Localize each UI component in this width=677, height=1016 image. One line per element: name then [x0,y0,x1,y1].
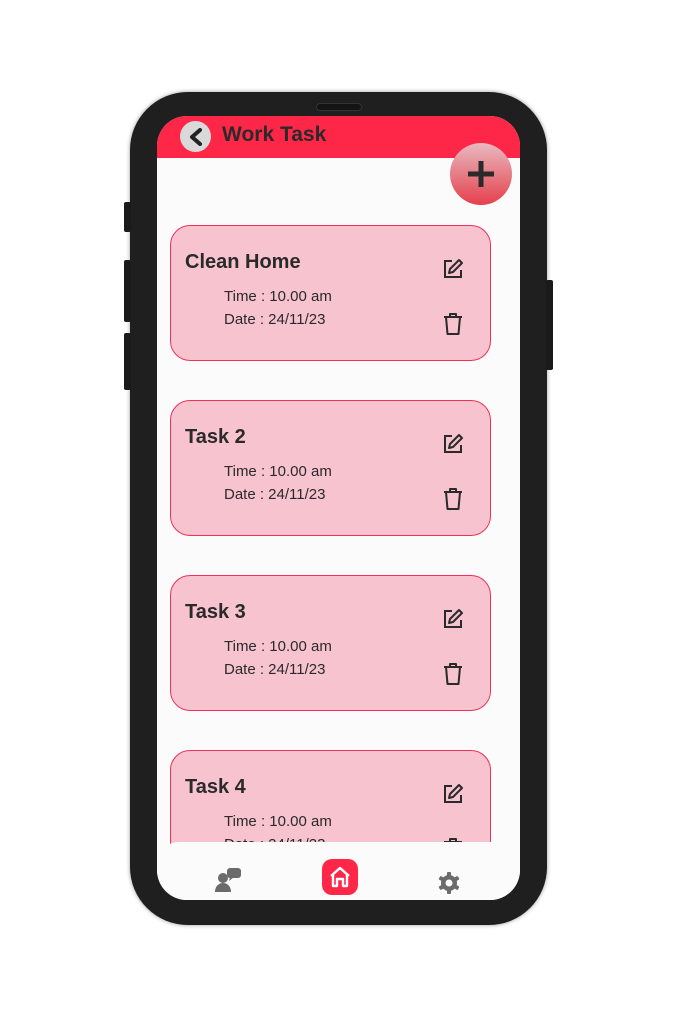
trash-icon[interactable] [443,662,463,686]
edit-icon[interactable] [442,783,464,805]
task-date: Date : 24/11/23 [224,661,326,678]
add-task-button[interactable] [450,143,512,205]
volume-down-button [124,333,131,390]
task-time: Time : 10.00 am [224,638,332,655]
screen: Work Task Clean Home Time : 10.00 am Dat… [157,116,520,900]
back-button[interactable] [180,121,211,152]
settings-gear-icon[interactable] [437,871,461,895]
task-title: Task 3 [185,601,246,623]
chat-users-icon[interactable] [214,866,244,894]
page-title: Work Task [222,123,327,146]
task-title: Task 2 [185,426,246,448]
trash-icon[interactable] [443,312,463,336]
task-date: Date : 24/11/23 [224,486,326,503]
edit-icon[interactable] [442,258,464,280]
plus-icon [468,161,494,187]
side-button [124,202,131,232]
volume-up-button [124,260,131,322]
task-card[interactable]: Task 3 Time : 10.00 am Date : 24/11/23 [170,575,491,711]
task-title: Task 4 [185,776,246,798]
nav-home-button[interactable] [322,859,358,895]
edit-icon[interactable] [442,433,464,455]
task-time: Time : 10.00 am [224,463,332,480]
chevron-left-icon [189,127,202,146]
task-time: Time : 10.00 am [224,813,332,830]
edit-icon[interactable] [442,608,464,630]
task-title: Clean Home [185,251,301,273]
task-time: Time : 10.00 am [224,288,332,305]
task-card[interactable]: Task 2 Time : 10.00 am Date : 24/11/23 [170,400,491,536]
speaker-notch [316,103,362,111]
task-date: Date : 24/11/23 [224,311,326,328]
trash-icon[interactable] [443,487,463,511]
home-icon [330,866,350,888]
power-button [546,280,553,370]
bottom-nav [157,842,520,900]
task-card[interactable]: Clean Home Time : 10.00 am Date : 24/11/… [170,225,491,361]
